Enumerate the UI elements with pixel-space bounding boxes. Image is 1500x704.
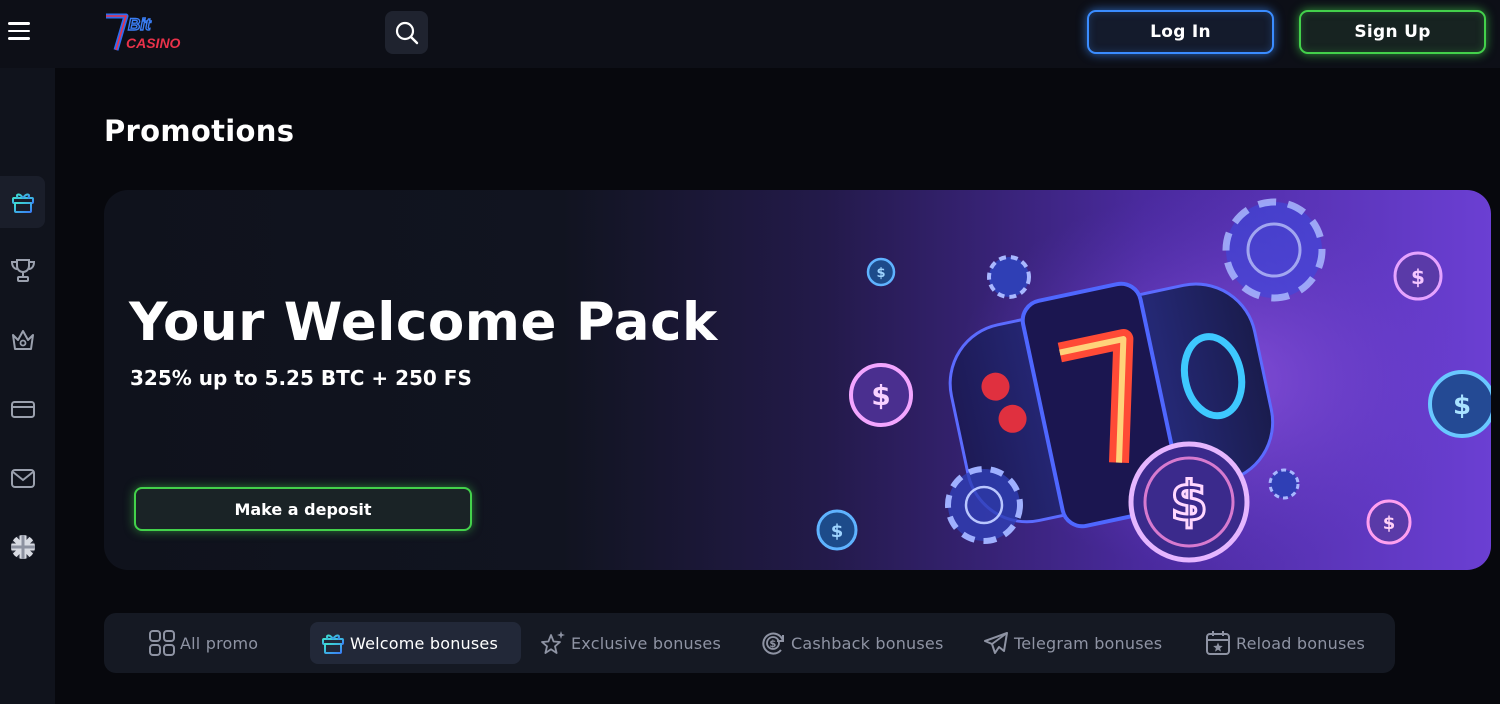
tab-exclusive-bonuses[interactable]: Exclusive bonuses [529, 622, 741, 664]
welcome-pack-banner: $ $ $ $ $ $ $ Your Welcome Pack 325% up … [104, 190, 1491, 570]
casino-logo[interactable]: Bit CASINO [104, 10, 184, 56]
signup-button[interactable]: Sign Up [1299, 10, 1486, 54]
star-icon [541, 631, 565, 654]
svg-text:Bit: Bit [128, 15, 152, 34]
calendar-star-icon [1206, 631, 1230, 655]
tab-cashback-bonuses[interactable]: $ Cashback bonuses [749, 622, 961, 664]
slot-machine-illustration: $ $ $ $ $ $ $ [816, 190, 1491, 570]
uk-flag-icon [10, 535, 35, 559]
svg-text:$: $ [1383, 513, 1396, 534]
search-button[interactable] [385, 11, 428, 54]
svg-text:$: $ [871, 379, 890, 412]
tab-telegram-bonuses[interactable]: Telegram bonuses [972, 622, 1182, 664]
login-button[interactable]: Log In [1087, 10, 1274, 54]
make-deposit-button[interactable]: Make a deposit [134, 487, 472, 531]
sidebar-item-language[interactable] [0, 521, 45, 573]
svg-text:$: $ [831, 521, 844, 542]
sidebar-item-payments[interactable] [0, 383, 45, 435]
telegram-icon [984, 632, 1008, 654]
promo-category-tabs: All promo Welcome bonuses Exclusive bonu… [104, 613, 1395, 673]
sidebar-item-promotions[interactable] [0, 176, 45, 228]
svg-text:$: $ [876, 266, 885, 281]
gift-icon [11, 193, 34, 213]
search-icon [395, 21, 418, 44]
menu-icon[interactable] [8, 22, 30, 42]
sidebar-item-tournaments[interactable] [0, 244, 45, 296]
sidebar [0, 68, 55, 704]
svg-text:$: $ [769, 639, 776, 650]
tab-label: Reload bonuses [1236, 633, 1366, 653]
grid-icon [149, 630, 175, 656]
crown-icon [11, 330, 34, 350]
banner-title: Your Welcome Pack [129, 292, 718, 353]
cashback-icon: $ [762, 632, 784, 655]
trophy-icon [10, 259, 35, 282]
svg-text:$: $ [1411, 265, 1425, 289]
tab-reload-bonuses[interactable]: Reload bonuses [1194, 622, 1389, 664]
top-header: Bit CASINO Log In Sign Up [0, 0, 1500, 68]
sidebar-item-vip[interactable] [0, 314, 45, 366]
tab-label: All promo [180, 633, 259, 653]
svg-text:CASINO: CASINO [126, 35, 181, 51]
mail-icon [10, 469, 35, 488]
banner-subtitle: 325% up to 5.25 BTC + 250 FS [130, 366, 472, 390]
svg-text:$: $ [1453, 391, 1471, 421]
tab-label: Telegram bonuses [1014, 633, 1163, 653]
card-icon [10, 401, 35, 418]
tab-label: Welcome bonuses [350, 633, 499, 653]
tab-label: Exclusive bonuses [571, 633, 722, 653]
sidebar-item-support[interactable] [0, 452, 45, 504]
svg-text:$: $ [1170, 470, 1208, 533]
tab-welcome-bonuses[interactable]: Welcome bonuses [310, 622, 521, 664]
gift-icon [322, 634, 344, 654]
page-title: Promotions [104, 114, 295, 148]
tab-all-promo[interactable]: All promo [138, 622, 288, 664]
tab-label: Cashback bonuses [791, 633, 944, 653]
